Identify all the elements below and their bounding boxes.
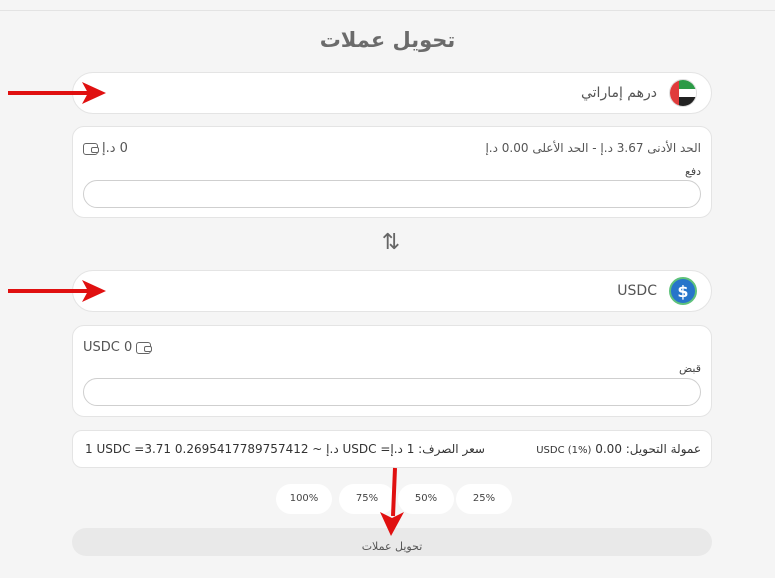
percent-75-button[interactable]: 75%	[339, 484, 395, 514]
fee-label: عمولة التحويل: 0.00	[595, 442, 701, 456]
pay-amount-input[interactable]	[83, 180, 701, 208]
percent-100-button[interactable]: 100%	[276, 484, 332, 514]
fee-value: USDC (1%)	[536, 445, 592, 456]
receive-amount-input[interactable]	[83, 378, 701, 406]
from-currency-label: درهم إماراتي	[580, 85, 657, 101]
pay-limits: الحد الأدنى 3.67 د.إ - الحد الأعلى 0.00 …	[485, 141, 701, 155]
page-title: تحويل عملات	[319, 28, 456, 52]
wallet-icon	[83, 142, 99, 155]
receive-balance: USDC 0	[83, 340, 153, 355]
receive-balance-value: USDC 0	[83, 340, 133, 355]
to-currency-select[interactable]: $ USDC	[72, 270, 712, 312]
convert-button[interactable]: تحويل عملات	[72, 528, 712, 556]
pay-label: دفع	[684, 165, 701, 178]
exchange-rate: 1 USDC =3.71 د.إ ~ 0.2695417789757412 US…	[85, 442, 485, 456]
percent-25-button[interactable]: 25%	[456, 484, 512, 514]
receive-label: قبض	[678, 362, 701, 375]
top-divider	[0, 10, 775, 11]
pay-balance: 0 د.إ	[83, 141, 128, 156]
pay-balance-value: 0 د.إ	[102, 141, 128, 156]
conversion-fee: عمولة التحويل: 0.00 USDC (1%)	[536, 442, 701, 456]
uae-flag-icon	[669, 79, 697, 107]
rate-bar: عمولة التحويل: 0.00 USDC (1%) 1 USDC =3.…	[72, 430, 712, 468]
percent-50-button[interactable]: 50%	[398, 484, 454, 514]
from-currency-select[interactable]: درهم إماراتي	[72, 72, 712, 114]
pay-card: 0 د.إ الحد الأدنى 3.67 د.إ - الحد الأعلى…	[72, 126, 712, 218]
wallet-icon	[136, 341, 153, 354]
swap-arrows-icon[interactable]: ⇅	[380, 232, 402, 254]
usdc-icon: $	[669, 277, 697, 305]
receive-card: USDC 0 قبض	[72, 325, 712, 417]
to-currency-label: USDC	[617, 283, 657, 299]
